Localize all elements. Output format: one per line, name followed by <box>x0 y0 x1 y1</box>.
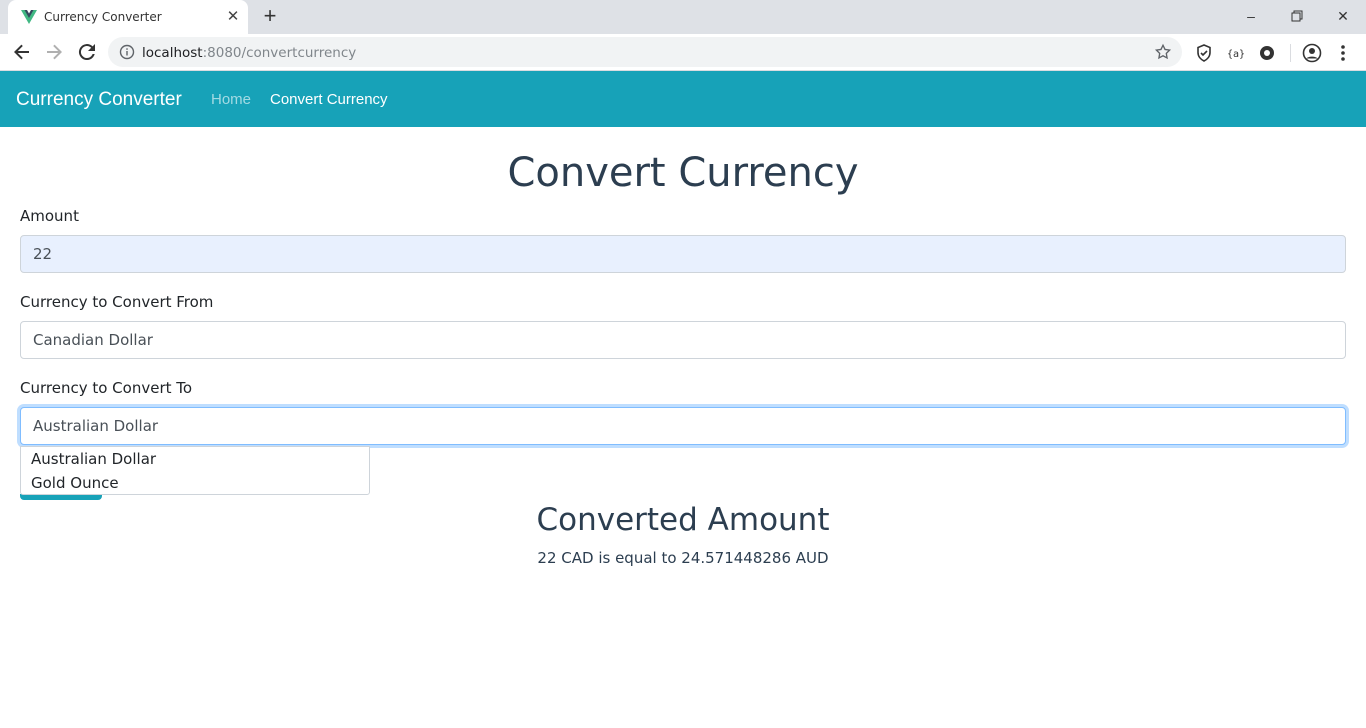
browser-tab[interactable]: Currency Converter ✕ <box>8 0 248 34</box>
tab-close-icon[interactable]: ✕ <box>224 8 242 26</box>
url-host: localhost <box>142 45 203 61</box>
url-text: localhost:8080/convertcurrency <box>142 45 356 61</box>
from-currency-input[interactable]: Canadian Dollar <box>20 321 1346 359</box>
gear-extension-icon[interactable] <box>1257 43 1277 63</box>
shield-extension-icon[interactable] <box>1194 43 1214 63</box>
suggestion-australian-dollar[interactable]: Australian Dollar <box>31 450 156 468</box>
profile-icon[interactable] <box>1302 43 1322 63</box>
nav-link-convert-currency[interactable]: Convert Currency <box>270 91 388 108</box>
from-currency-label: Currency to Convert From <box>20 293 214 311</box>
converted-amount-title: Converted Amount <box>536 502 830 538</box>
app-navbar: Currency Converter Home Convert Currency <box>0 71 1366 127</box>
more-vert-icon[interactable] <box>1333 43 1353 63</box>
suggestion-gold-ounce[interactable]: Gold Ounce <box>31 474 119 492</box>
new-tab-icon[interactable]: + <box>258 5 282 29</box>
navbar-brand[interactable]: Currency Converter <box>16 89 182 111</box>
amount-value: 22 <box>33 245 53 263</box>
converted-amount-text: 22 CAD is equal to 24.571448286 AUD <box>537 549 829 567</box>
restore-icon[interactable] <box>1274 0 1320 32</box>
minimize-icon[interactable]: – <box>1228 0 1274 32</box>
autocomplete-dropdown: Australian Dollar Gold Ounce <box>20 446 370 495</box>
arrow-right-icon[interactable] <box>42 40 66 64</box>
arrow-left-icon[interactable] <box>10 40 34 64</box>
amount-input[interactable]: 22 <box>20 235 1346 273</box>
browser-toolbar: localhost:8080/convertcurrency {a} <box>0 34 1366 71</box>
to-currency-input[interactable]: Australian Dollar <box>20 407 1346 445</box>
svg-text:{a}: {a} <box>1227 49 1245 60</box>
vue-logo-icon <box>21 10 37 24</box>
amount-label: Amount <box>20 207 79 225</box>
url-path: :8080/convertcurrency <box>202 45 357 61</box>
window-close-icon[interactable]: ✕ <box>1320 0 1366 32</box>
json-extension-icon[interactable]: {a} <box>1225 43 1245 63</box>
browser-tabstrip: Currency Converter ✕ + – ✕ <box>0 0 1366 34</box>
page-title: Convert Currency <box>507 150 859 196</box>
info-icon[interactable] <box>119 44 135 60</box>
to-currency-value: Australian Dollar <box>33 417 159 435</box>
to-currency-label: Currency to Convert To <box>20 379 193 397</box>
nav-link-home[interactable]: Home <box>211 91 251 108</box>
star-icon[interactable] <box>1154 43 1172 61</box>
address-bar[interactable]: localhost:8080/convertcurrency <box>108 37 1182 67</box>
toolbar-divider <box>1290 44 1291 62</box>
reload-icon[interactable] <box>75 40 99 64</box>
from-currency-value: Canadian Dollar <box>33 331 153 349</box>
tab-title: Currency Converter <box>44 10 162 24</box>
